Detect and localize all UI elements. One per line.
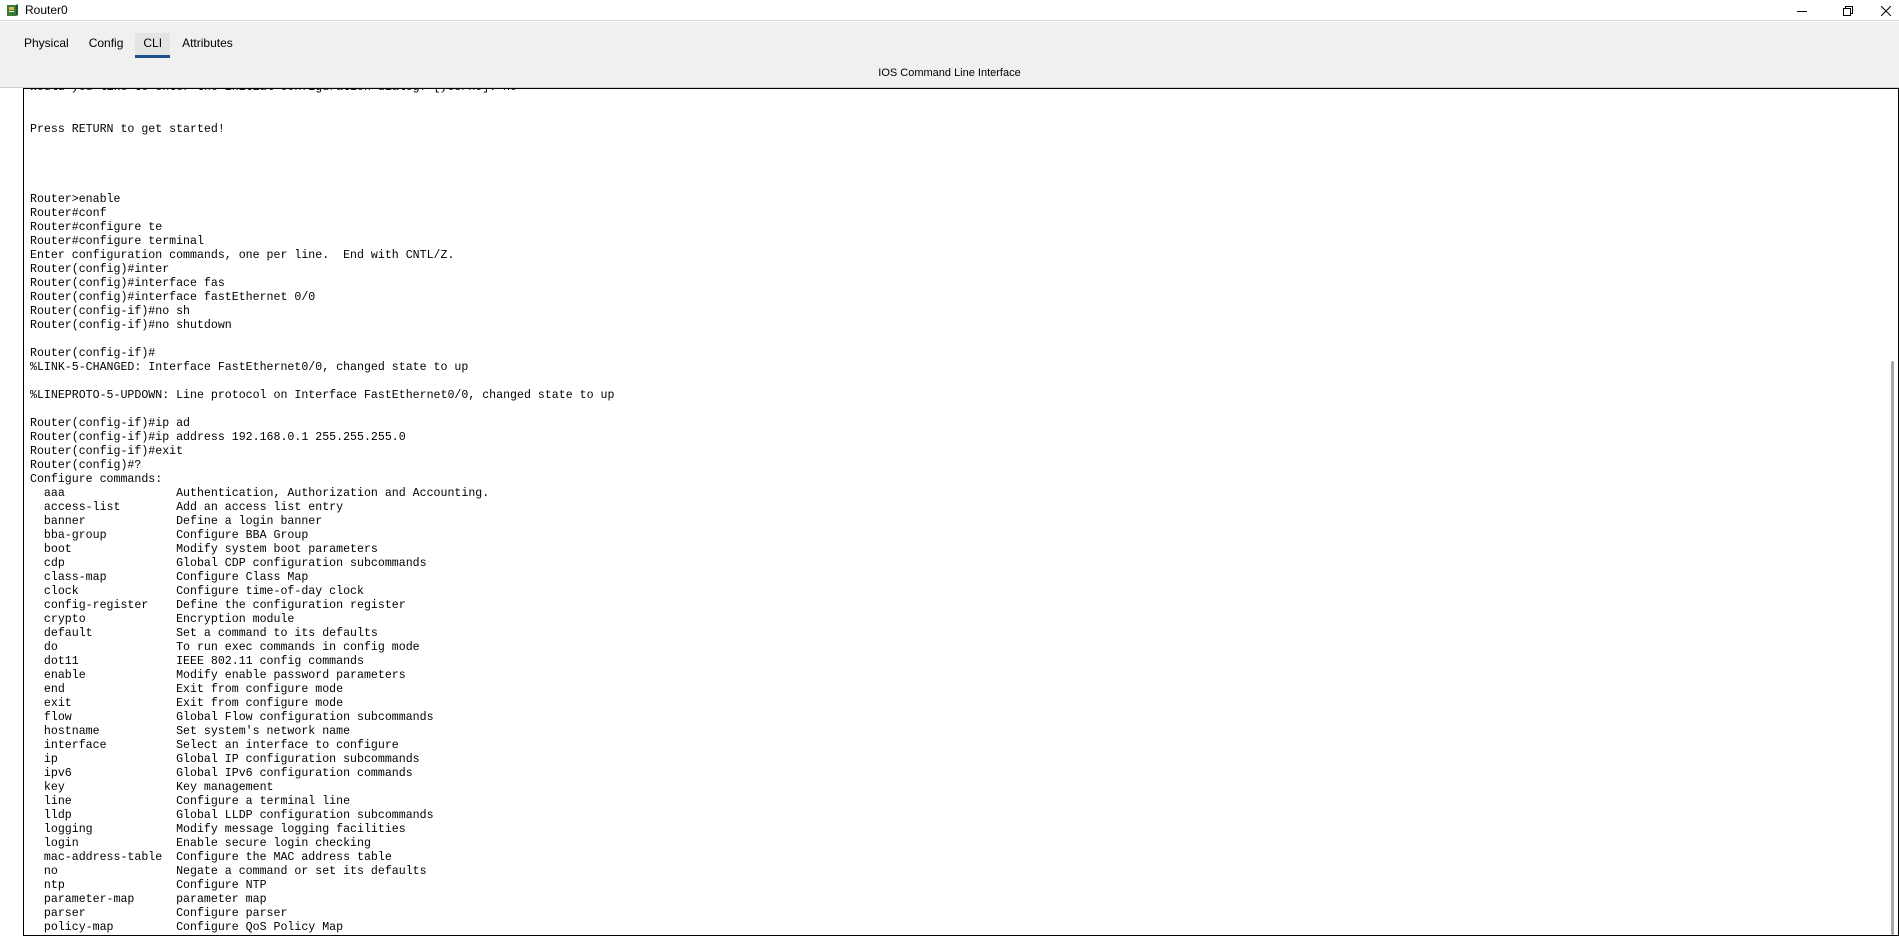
console-line: Router(config)#interface fas <box>30 277 225 290</box>
console-line: class-map Configure Class Map <box>30 571 309 584</box>
console-line: end Exit from configure mode <box>30 683 344 696</box>
console-line: line Configure a terminal line <box>30 795 351 808</box>
router-app-icon <box>7 3 18 16</box>
scrollbar[interactable] <box>1886 89 1898 935</box>
console-output: Would you like to enter the initial conf… <box>30 89 615 935</box>
console-line: cdp Global CDP configuration subcommands <box>30 557 427 570</box>
minimize-button[interactable] <box>1780 0 1824 21</box>
console-line: Router(config-if)#ip ad <box>30 417 191 430</box>
minimize-icon <box>1797 10 1807 12</box>
console-line: Router(config-if)#ip address 192.168.0.1… <box>30 431 406 444</box>
console-line: key Key management <box>30 781 274 794</box>
console-line: access-list Add an access list entry <box>30 501 344 514</box>
console-line: login Enable secure login checking <box>30 837 371 850</box>
maximize-button[interactable] <box>1826 0 1870 21</box>
tab-cli[interactable]: CLI <box>135 33 171 58</box>
console-line: Enter configuration commands, one per li… <box>30 249 455 262</box>
console-line: Router(config)#? <box>30 459 142 472</box>
console-line: Router(config)#interface fastEthernet 0/… <box>30 291 316 304</box>
console-line: Router#configure terminal <box>30 235 204 248</box>
console-line: interface Select an interface to configu… <box>30 739 399 752</box>
console-line: parameter-map parameter map <box>30 893 267 906</box>
console-line: Would you like to enter the initial conf… <box>30 89 614 95</box>
tab-bar: Physical Config CLI Attributes <box>0 22 1899 58</box>
console-line: Router(config)#inter <box>30 263 170 276</box>
console-line: ipv6 Global IPv6 configuration commands <box>30 767 413 780</box>
console-line: lldp Global LLDP configuration subcomman… <box>30 809 434 822</box>
console-line: ntp Configure NTP <box>30 879 267 892</box>
tab-config[interactable]: Config <box>81 33 132 56</box>
console-line: hostname Set system's network name <box>30 725 351 738</box>
window-title: Router0 <box>25 3 68 17</box>
console-line: Router>enable <box>30 193 121 206</box>
console-line: Router(config-if)# <box>30 347 156 360</box>
close-button[interactable] <box>1872 0 1899 21</box>
console-line: dot11 IEEE 802.11 config commands <box>30 655 364 668</box>
console-line: default Set a command to its defaults <box>30 627 378 640</box>
console-line: parser Configure parser <box>30 907 288 920</box>
console-line: logging Modify message logging facilitie… <box>30 823 406 836</box>
maximize-icon <box>1843 5 1853 16</box>
console-line: flow Global Flow configuration subcomman… <box>30 711 434 724</box>
console-line: clock Configure time-of-day clock <box>30 585 364 598</box>
console-line: boot Modify system boot parameters <box>30 543 378 556</box>
console-line: banner Define a login banner <box>30 515 323 528</box>
console-line: mac-address-table Configure the MAC addr… <box>30 851 392 864</box>
console-line: Router#conf <box>30 207 107 220</box>
title-bar: Router0 <box>0 0 1899 21</box>
console-line: no Negate a command or set its defaults <box>30 865 427 878</box>
console-line: aaa Authentication, Authorization and Ac… <box>30 487 490 500</box>
tab-attributes[interactable]: Attributes <box>174 33 241 56</box>
console-line: Configure commands: <box>30 473 163 486</box>
close-icon <box>1880 5 1891 16</box>
console-line: policy-map Configure QoS Policy Map <box>30 921 344 934</box>
console-line: Router(config-if)#no shutdown <box>30 319 232 332</box>
console-line: crypto Encryption module <box>30 613 295 626</box>
console-line: %LINEPROTO-5-UPDOWN: Line protocol on In… <box>30 389 615 402</box>
console-line: exit Exit from configure mode <box>30 697 344 710</box>
console-line: bba-group Configure BBA Group <box>30 529 309 542</box>
cli-header: IOS Command Line Interface <box>0 58 1899 88</box>
console-line: Press RETURN to get started! <box>30 123 225 136</box>
console-line: do To run exec commands in config mode <box>30 641 420 654</box>
console-line: Router(config-if)#no sh <box>30 305 191 318</box>
console-line: enable Modify enable password parameters <box>30 669 406 682</box>
tab-physical[interactable]: Physical <box>16 33 77 56</box>
scrollbar-thumb[interactable] <box>1891 361 1894 935</box>
console-line: ip Global IP configuration subcommands <box>30 753 420 766</box>
console-line: %LINK-5-CHANGED: Interface FastEthernet0… <box>30 361 469 374</box>
console-line: config-register Define the configuration… <box>30 599 406 612</box>
console-line: Router(config-if)#exit <box>30 445 184 458</box>
cli-console[interactable]: Would you like to enter the initial conf… <box>23 88 1899 936</box>
console-line: Router#configure te <box>30 221 163 234</box>
